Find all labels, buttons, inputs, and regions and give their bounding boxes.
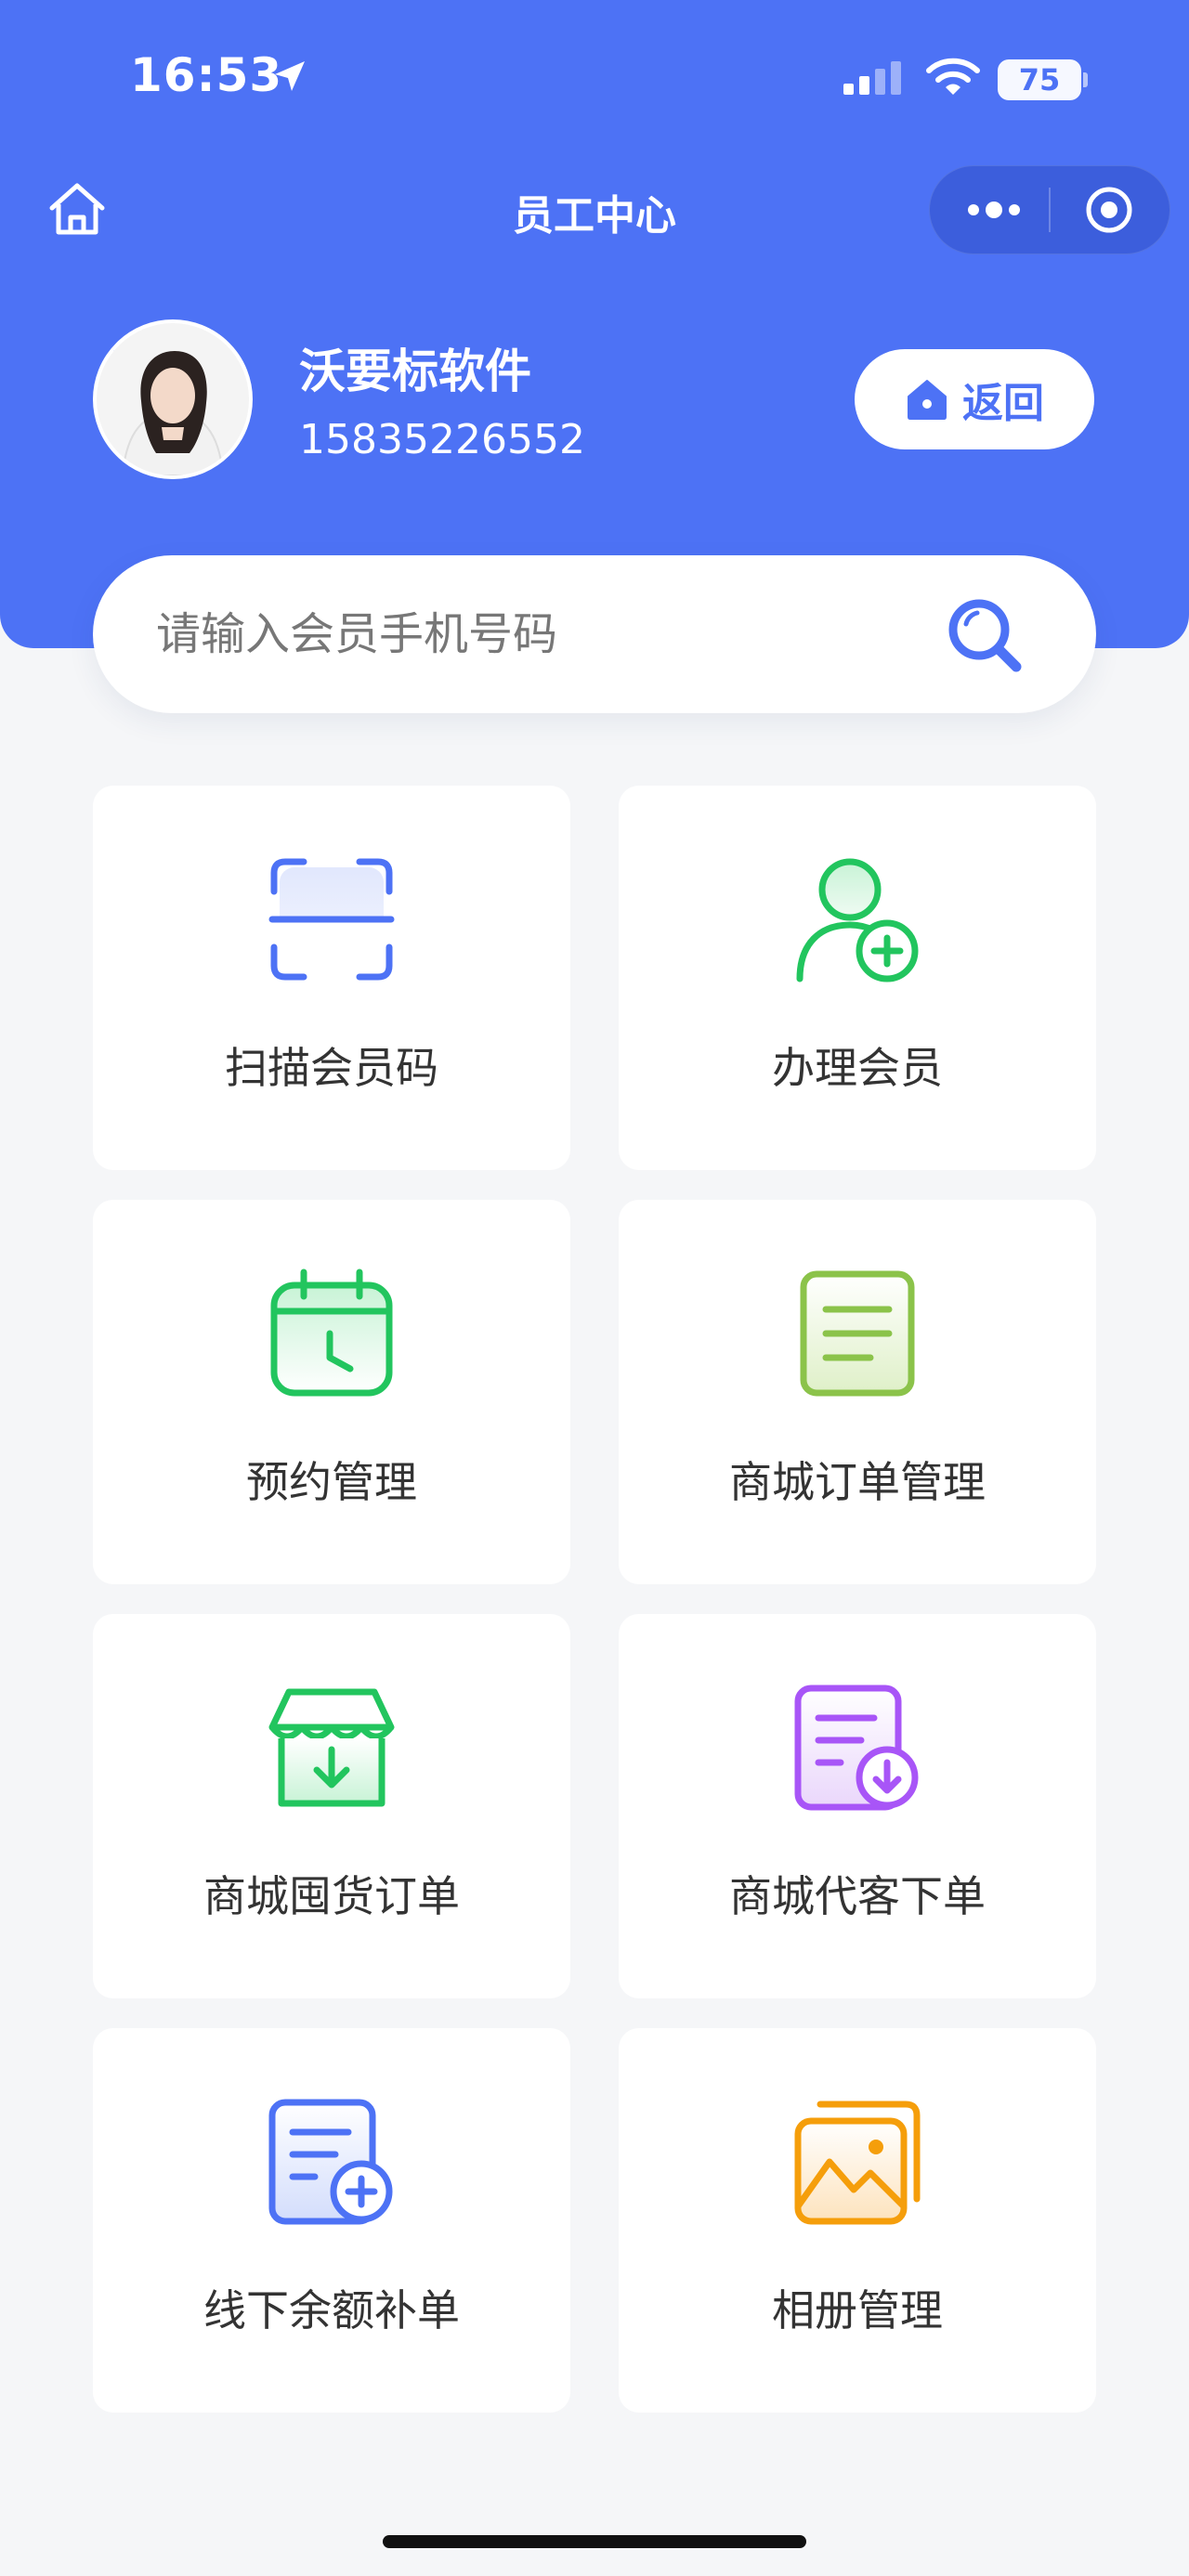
menu-card-label: 扫描会员码 bbox=[225, 1043, 438, 1093]
avatar-image bbox=[97, 323, 249, 475]
location-arrow-icon bbox=[275, 61, 305, 91]
store-download-icon bbox=[268, 1688, 395, 1807]
battery-tip bbox=[1083, 72, 1088, 87]
home-filled-icon bbox=[908, 380, 947, 420]
menu-card-add-member[interactable]: 办理会员 bbox=[619, 786, 1096, 1170]
menu-card-balance-supplement[interactable]: 线下余额补单 bbox=[93, 2028, 570, 2413]
menu-card-label: 预约管理 bbox=[246, 1457, 417, 1507]
search-input[interactable] bbox=[156, 602, 918, 667]
menu-card-appointments[interactable]: 预约管理 bbox=[93, 1200, 570, 1584]
add-member-icon bbox=[796, 858, 919, 982]
menu-card-label: 办理会员 bbox=[772, 1043, 943, 1093]
search-icon[interactable] bbox=[940, 591, 1042, 683]
avatar bbox=[93, 319, 253, 479]
more-icon[interactable] bbox=[960, 191, 1027, 228]
calendar-clock-icon bbox=[270, 1268, 393, 1397]
cellular-signal-icon bbox=[843, 61, 901, 95]
search-bar bbox=[93, 555, 1096, 713]
menu-card-label: 相册管理 bbox=[772, 2285, 943, 2335]
document-add-icon bbox=[268, 2099, 393, 2225]
menu-card-label: 线下余额补单 bbox=[203, 2285, 460, 2335]
scan-icon bbox=[268, 858, 395, 981]
menu-card-label: 商城订单管理 bbox=[729, 1457, 986, 1507]
document-icon bbox=[800, 1270, 915, 1397]
document-download-icon bbox=[794, 1685, 919, 1811]
back-button[interactable]: 返回 bbox=[855, 349, 1094, 449]
profile-phone: 15835226552 bbox=[299, 416, 585, 463]
menu-card-stock-orders[interactable]: 商城囤货订单 bbox=[93, 1614, 570, 1998]
home-indicator bbox=[383, 2535, 806, 2548]
wifi-icon bbox=[926, 58, 980, 95]
back-button-label: 返回 bbox=[962, 380, 1044, 427]
status-time: 16:53 bbox=[130, 48, 283, 102]
menu-card-album[interactable]: 相册管理 bbox=[619, 2028, 1096, 2413]
close-mini-program-icon[interactable] bbox=[1083, 184, 1135, 236]
menu-card-label: 商城代客下单 bbox=[729, 1871, 986, 1921]
battery-indicator: 75 bbox=[998, 59, 1081, 100]
menu-card-mall-orders[interactable]: 商城订单管理 bbox=[619, 1200, 1096, 1584]
profile-name: 沃要标软件 bbox=[299, 345, 531, 398]
capsule-divider bbox=[1049, 188, 1051, 232]
menu-card-proxy-orders[interactable]: 商城代客下单 bbox=[619, 1614, 1096, 1998]
menu-card-scan-member[interactable]: 扫描会员码 bbox=[93, 786, 570, 1170]
menu-card-label: 商城囤货订单 bbox=[203, 1871, 460, 1921]
album-icon bbox=[794, 2101, 921, 2225]
